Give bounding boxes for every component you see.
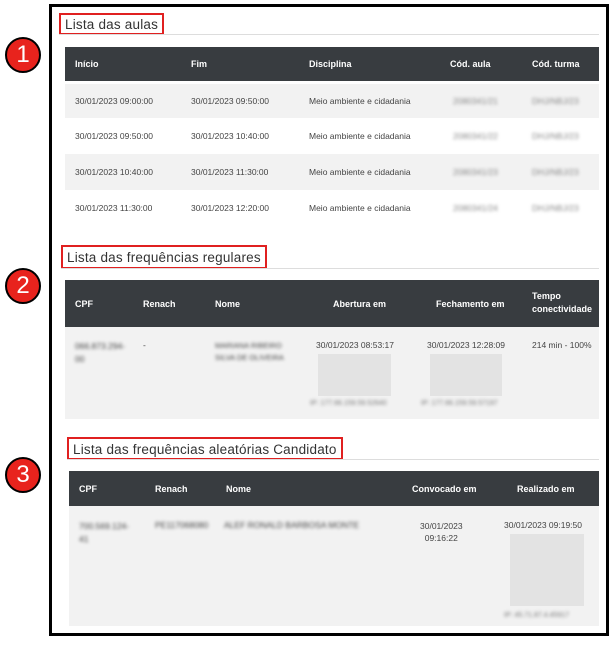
cell-disciplina: Meio ambiente e cidadania	[309, 96, 411, 106]
col-realizado: Realizado em	[517, 483, 575, 494]
cell-cod-turma: DHJ/NBJ/23	[532, 96, 579, 106]
cell-cpf: 066.873.294- 00	[75, 340, 125, 366]
ip-address: IP: 177.66.159.59.57197	[421, 400, 498, 407]
col-renach: Renach	[143, 298, 176, 309]
cell-cod-aula: 2080341/23	[453, 167, 498, 177]
col-tempo: Tempo	[532, 291, 561, 301]
cell-realizado: 30/01/2023 09:19:50	[504, 520, 582, 530]
cell-cpf: 700.569.124- 41	[79, 520, 129, 546]
cell-disciplina: Meio ambiente e cidadania	[309, 167, 411, 177]
cell-cod-aula: 2080341/22	[453, 131, 498, 141]
cell-inicio: 30/01/2023 11:30:00	[75, 203, 153, 213]
col-convocado: Convocado em	[412, 483, 477, 494]
nome-line: SILVA DE OLIVEIRA	[215, 353, 284, 362]
col-fechamento: Fechamento em	[436, 298, 505, 309]
table-row: 30/01/2023 11:30:00 30/01/2023 12:20:00 …	[65, 190, 599, 226]
cell-disciplina: Meio ambiente e cidadania	[309, 131, 411, 141]
section-title-frequencias-aleatorias: Lista das frequências aleatórias Candida…	[67, 437, 343, 460]
convocado-date: 30/01/2023	[420, 521, 463, 531]
col-cod-turma: Cód. turma	[532, 59, 580, 69]
cell-convocado: 30/01/2023 09:16:22	[420, 520, 463, 544]
cell-nome: MARIANA RIBEIRO SILVA DE OLIVEIRA	[215, 340, 284, 364]
cell-nome: ALEF RONALD BARBOSA MONTE	[224, 520, 360, 530]
col-disciplina: Disciplina	[309, 59, 352, 69]
cell-cod-turma: DHJ/NBJ/23	[532, 203, 579, 213]
table-header: CPF Renach Nome Abertura em Fechamento e…	[65, 280, 599, 327]
cell-fim: 30/01/2023 09:50:00	[191, 96, 269, 106]
annotation-badge-2: 2	[5, 268, 41, 304]
cell-fim: 30/01/2023 10:40:00	[191, 131, 269, 141]
divider	[67, 459, 599, 460]
table-row: 30/01/2023 09:50:00 30/01/2023 10:40:00 …	[65, 118, 599, 154]
section-title-frequencias-regulares: Lista das frequências regulares	[61, 245, 267, 269]
redacted-image	[430, 354, 502, 396]
col-cpf: CPF	[75, 298, 93, 309]
cell-cod-turma: DHJ/NBJ/23	[532, 167, 579, 177]
cpf-line: 00	[75, 354, 85, 364]
col-renach: Renach	[155, 483, 188, 494]
convocado-time: 09:16:22	[424, 533, 458, 543]
redacted-image	[318, 354, 391, 396]
cell-renach: PE117068080	[155, 520, 209, 530]
annotation-badge-3: 3	[5, 457, 41, 493]
cell-inicio: 30/01/2023 09:00:00	[75, 96, 153, 106]
table-row: 30/01/2023 09:00:00 30/01/2023 09:50:00 …	[65, 84, 599, 118]
cell-fechamento: 30/01/2023 12:28:09	[427, 340, 505, 350]
cell-fim: 30/01/2023 12:20:00	[191, 203, 269, 213]
ip-address: IP: 177.66.159.59.52640	[310, 400, 387, 407]
section-title-lista-aulas: Lista das aulas	[59, 13, 165, 35]
table-header: CPF Renach Nome Convocado em Realizado e…	[69, 471, 599, 506]
col-abertura: Abertura em	[333, 298, 387, 309]
cpf-line: 700.569.124-	[79, 521, 130, 531]
annotation-badge-1: 1	[5, 37, 41, 73]
col-cod-aula: Cód. aula	[450, 59, 491, 69]
divider	[59, 34, 599, 35]
divider	[61, 268, 599, 269]
table-row: 30/01/2023 10:40:00 30/01/2023 11:30:00 …	[65, 154, 599, 190]
ip-address: IP: 45.71.87.4.45917	[504, 612, 569, 619]
cell-abertura: 30/01/2023 08:53:17	[316, 340, 394, 350]
table-header: Início Fim Disciplina Cód. aula Cód. tur…	[65, 47, 599, 81]
col-fim: Fim	[191, 59, 208, 69]
cell-fim: 30/01/2023 11:30:00	[191, 167, 269, 177]
cell-inicio: 30/01/2023 10:40:00	[75, 167, 153, 177]
nome-line: MARIANA RIBEIRO	[215, 341, 282, 350]
cell-cod-aula: 2080341/24	[453, 203, 498, 213]
col-nome: Nome	[215, 298, 241, 309]
cpf-line: 066.873.294-	[75, 341, 126, 351]
cell-cod-turma: DHJ/NBJ/23	[532, 131, 579, 141]
cell-disciplina: Meio ambiente e cidadania	[309, 203, 411, 213]
col-nome: Nome	[226, 483, 252, 494]
cell-renach: -	[143, 340, 146, 350]
cell-tempo: 214 min - 100%	[532, 340, 592, 350]
col-cpf: CPF	[79, 483, 97, 494]
cpf-line: 41	[79, 534, 89, 544]
cell-inicio: 30/01/2023 09:50:00	[75, 131, 153, 141]
col-conectividade: conectividade	[532, 304, 593, 314]
col-inicio: Início	[75, 59, 99, 69]
cell-cod-aula: 2080341/21	[453, 96, 498, 106]
redacted-image	[510, 534, 584, 606]
